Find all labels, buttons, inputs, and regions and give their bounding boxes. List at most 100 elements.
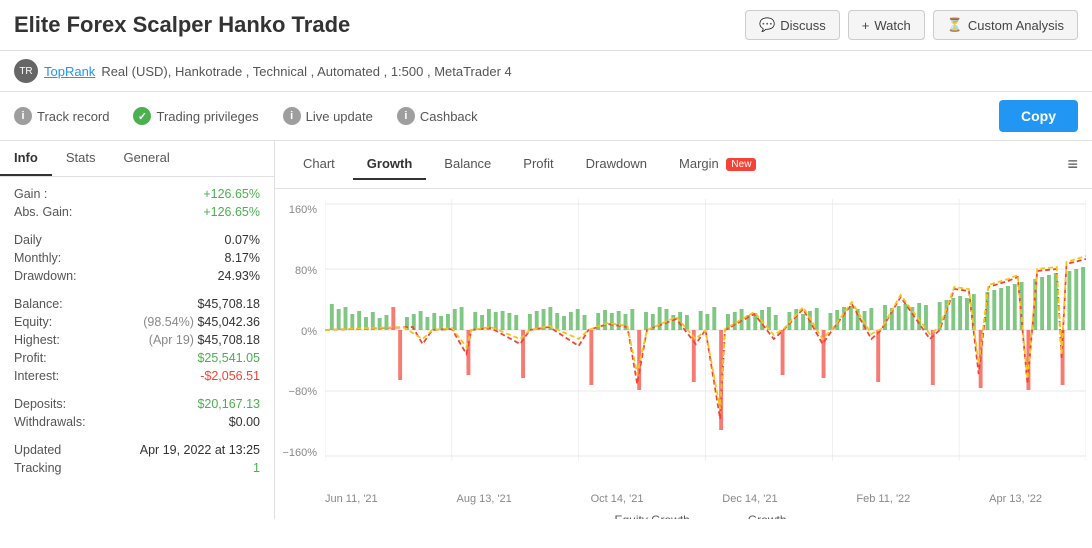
equity-growth-label: Equity Growth (614, 513, 689, 519)
badge-cashback: i Cashback (397, 107, 478, 125)
updated-value: Apr 19, 2022 at 13:25 (140, 443, 260, 457)
info-row-drawdown: Drawdown: 24.93% (14, 269, 260, 283)
daily-value: 0.07% (225, 233, 260, 247)
gain-value: +126.65% (203, 187, 260, 201)
withdrawals-value: $0.00 (229, 415, 260, 429)
avatar: TR (14, 59, 38, 83)
info-row-monthly: Monthly: 8.17% (14, 251, 260, 265)
info-row-deposits: Deposits: $20,167.13 (14, 397, 260, 411)
equity-value: (98.54%) $45,042.36 (143, 315, 260, 329)
info-row-abs-gain: Abs. Gain: +126.65% (14, 205, 260, 219)
withdrawals-label: Withdrawals: (14, 415, 86, 429)
x-axis: Jun 11, '21 Aug 13, '21 Oct 14, '21 Dec … (275, 489, 1092, 505)
settings-icon[interactable]: ≡ (1067, 154, 1078, 175)
y-label-neg80: −80% (275, 386, 317, 398)
highest-date: (Apr 19) (149, 333, 194, 347)
chart-tab-profit[interactable]: Profit (509, 149, 567, 180)
drawdown-label: Drawdown: (14, 269, 77, 283)
live-update-icon: i (283, 107, 301, 125)
right-panel: Chart Growth Balance Profit Drawdown Mar… (275, 141, 1092, 519)
x-label-apr: Apr 13, '22 (989, 493, 1042, 505)
y-axis: 160% 80% 0% −80% −160% (275, 199, 321, 459)
info-row-interest: Interest: -$2,056.51 (14, 369, 260, 383)
info-row-tracking: Tracking 1 (14, 461, 260, 475)
chart-tab-growth[interactable]: Growth (353, 149, 427, 180)
custom-analysis-button[interactable]: ⏳ Custom Analysis (933, 10, 1078, 40)
drawdown-value: 24.93% (218, 269, 260, 283)
discuss-icon: 💬 (759, 17, 775, 33)
balance-label: Balance: (14, 297, 63, 311)
bar-group (330, 267, 1085, 430)
y-label-160: 160% (275, 204, 317, 216)
badge-trading-privileges: ✓ Trading privileges (133, 107, 258, 125)
legend-growth: Growth (714, 513, 787, 519)
equity-pct: (98.54%) (143, 315, 194, 329)
updated-label: Updated (14, 443, 61, 457)
chart-tab-drawdown[interactable]: Drawdown (572, 149, 661, 180)
info-row-equity: Equity: (98.54%) $45,042.36 (14, 315, 260, 329)
x-label-jun: Jun 11, '21 (325, 493, 378, 505)
header-actions: 💬 Discuss + Watch ⏳ Custom Analysis (745, 10, 1078, 40)
page-header: Elite Forex Scalper Hanko Trade 💬 Discus… (0, 0, 1092, 51)
watch-button[interactable]: + Watch (848, 10, 925, 40)
info-row-balance: Balance: $45,708.18 (14, 297, 260, 311)
tracking-value: 1 (253, 461, 260, 475)
chart-area: 160% 80% 0% −80% −160% (275, 189, 1092, 519)
chart-tab-chart[interactable]: Chart (289, 149, 349, 180)
subheader-details: Real (USD), Hankotrade , Technical , Aut… (101, 64, 511, 79)
deposits-value: $20,167.13 (197, 397, 260, 411)
x-label-oct: Oct 14, '21 (591, 493, 644, 505)
highest-label: Highest: (14, 333, 60, 347)
badges-bar: i Track record ✓ Trading privileges i Li… (0, 92, 1092, 141)
info-row-gain: Gain : +126.65% (14, 187, 260, 201)
main-content: Info Stats General Gain : +126.65% Abs. … (0, 141, 1092, 519)
trading-privileges-icon: ✓ (133, 107, 151, 125)
new-badge: New (726, 158, 756, 171)
x-label-feb: Feb 11, '22 (856, 493, 910, 505)
chart-tab-margin[interactable]: Margin New (665, 149, 770, 180)
info-row-profit: Profit: $25,541.05 (14, 351, 260, 365)
copy-button[interactable]: Copy (999, 100, 1078, 132)
daily-label: Daily (14, 233, 42, 247)
chart-legend: Equity Growth Growth (275, 505, 1092, 519)
info-row-daily: Daily 0.07% (14, 233, 260, 247)
cashback-icon: i (397, 107, 415, 125)
monthly-label: Monthly: (14, 251, 61, 265)
chart-svg (325, 199, 1086, 461)
interest-label: Interest: (14, 369, 59, 383)
badge-live-update: i Live update (283, 107, 373, 125)
profit-value: $25,541.05 (197, 351, 260, 365)
chart-tab-balance[interactable]: Balance (430, 149, 505, 180)
highest-value: (Apr 19) $45,708.18 (149, 333, 260, 347)
info-row-highest: Highest: (Apr 19) $45,708.18 (14, 333, 260, 347)
y-label-80: 80% (275, 265, 317, 277)
track-record-icon: i (14, 107, 32, 125)
plus-icon: + (862, 18, 870, 33)
monthly-value: 8.17% (225, 251, 260, 265)
legend-equity-growth: Equity Growth (580, 513, 689, 519)
interest-value: -$2,056.51 (200, 369, 260, 383)
page-title: Elite Forex Scalper Hanko Trade (14, 12, 745, 38)
abs-gain-label: Abs. Gain: (14, 205, 72, 219)
subheader: TR TopRank Real (USD), Hankotrade , Tech… (0, 51, 1092, 92)
info-panel: Gain : +126.65% Abs. Gain: +126.65% Dail… (0, 177, 274, 489)
toprank-link[interactable]: TopRank (44, 64, 95, 79)
growth-label: Growth (748, 513, 787, 519)
info-row-withdrawals: Withdrawals: $0.00 (14, 415, 260, 429)
y-label-neg160: −160% (275, 447, 317, 459)
tab-stats[interactable]: Stats (52, 141, 110, 176)
discuss-button[interactable]: 💬 Discuss (745, 10, 840, 40)
chart-tabs: Chart Growth Balance Profit Drawdown Mar… (275, 141, 1092, 189)
badge-track-record: i Track record (14, 107, 109, 125)
tracking-label: Tracking (14, 461, 61, 475)
gain-label: Gain : (14, 187, 47, 201)
balance-value: $45,708.18 (197, 297, 260, 311)
left-tabs: Info Stats General (0, 141, 274, 177)
x-label-dec: Dec 14, '21 (722, 493, 777, 505)
info-row-updated: Updated Apr 19, 2022 at 13:25 (14, 443, 260, 457)
tab-info[interactable]: Info (0, 141, 52, 176)
tab-general[interactable]: General (109, 141, 183, 176)
left-panel: Info Stats General Gain : +126.65% Abs. … (0, 141, 275, 519)
equity-label: Equity: (14, 315, 52, 329)
abs-gain-value: +126.65% (203, 205, 260, 219)
